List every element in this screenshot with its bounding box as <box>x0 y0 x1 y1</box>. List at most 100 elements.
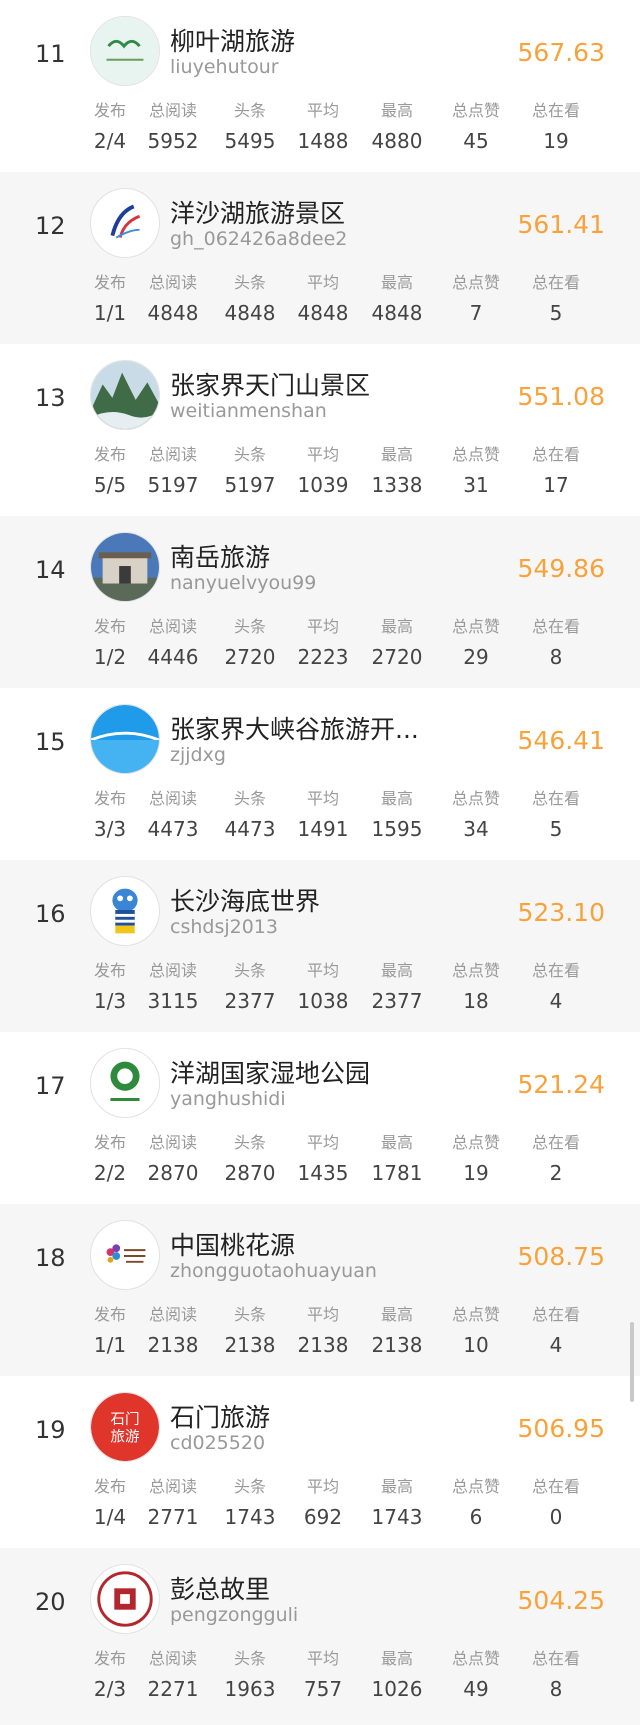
stat-cell: 头条 4473 <box>210 788 290 842</box>
stat-cell: 最高 1026 <box>357 1648 437 1702</box>
stat-label: 总阅读 <box>148 101 197 120</box>
stat-label: 总在看 <box>531 1305 580 1324</box>
scrollbar[interactable] <box>630 1322 634 1402</box>
stat-label: 总在看 <box>531 1649 580 1668</box>
ranking-row[interactable]: 17 洋湖国家湿地公园 yanghushidi 521.24 发布 2/2 总阅读 2870 头… <box>0 1032 640 1204</box>
stat-label: 头条 <box>233 273 266 292</box>
stat-label: 总在看 <box>531 101 580 120</box>
account-name[interactable]: 柳叶湖旅游 <box>170 22 295 58</box>
stat-value: 4446 <box>147 645 199 669</box>
account-name[interactable]: 南岳旅游 <box>170 538 270 574</box>
stat-cell: 总阅读 2271 <box>133 1648 213 1702</box>
stat-cell: 总点赞 6 <box>436 1476 516 1530</box>
stat-value: 2138 <box>297 1333 349 1357</box>
stat-value: 19 <box>463 1161 489 1185</box>
stat-label: 最高 <box>380 445 413 464</box>
stat-cell: 总阅读 4473 <box>133 788 213 842</box>
stat-label: 总点赞 <box>451 961 500 980</box>
yanghu-wetland-logo-icon[interactable] <box>90 1048 160 1118</box>
stat-value: 4848 <box>297 301 349 325</box>
score-value: 506.95 <box>517 1414 605 1443</box>
stat-value: 5 <box>549 301 563 325</box>
stat-cell: 总点赞 7 <box>436 272 516 326</box>
stat-cell: 总阅读 2138 <box>133 1304 213 1358</box>
account-name[interactable]: 张家界大峡谷旅游开... <box>170 710 419 746</box>
archway-photo-icon[interactable] <box>90 532 160 602</box>
stat-label: 最高 <box>380 1649 413 1668</box>
stat-value: 4473 <box>224 817 276 841</box>
score-value: 551.08 <box>517 382 605 411</box>
ranking-row[interactable]: 11 柳叶湖旅游 liuyehutour 567.63 发布 2/4 总阅读 5952 头条 54… <box>0 0 640 172</box>
stat-label: 总点赞 <box>451 1649 500 1668</box>
stat-value: 1435 <box>297 1161 349 1185</box>
stat-value: 4 <box>549 1333 563 1357</box>
account-name[interactable]: 张家界天门山景区 <box>170 366 370 402</box>
stat-value: 4848 <box>224 301 276 325</box>
stat-label: 最高 <box>380 1477 413 1496</box>
stat-label: 头条 <box>233 961 266 980</box>
stat-cell: 总在看 0 <box>516 1476 596 1530</box>
stat-cell: 总点赞 45 <box>436 100 516 154</box>
stat-label: 最高 <box>380 789 413 808</box>
stat-value: 1338 <box>371 473 423 497</box>
account-name[interactable]: 彭总故里 <box>170 1570 270 1606</box>
stat-label: 最高 <box>380 617 413 636</box>
stat-label: 总在看 <box>531 961 580 980</box>
stat-cell: 头条 1963 <box>210 1648 290 1702</box>
taohuayuan-logo-icon[interactable] <box>90 1220 160 1290</box>
stat-cell: 头条 4848 <box>210 272 290 326</box>
ranking-row[interactable]: 12 洋沙湖旅游景区 gh_062426a8dee2 561.41 发布 1/1 总阅读 48… <box>0 172 640 344</box>
yangshahu-logo-icon[interactable] <box>90 188 160 258</box>
blue-globe-logo-icon[interactable] <box>90 704 160 774</box>
ranking-row[interactable]: 19 石门 旅游 石门旅游 cd025520 506.95 发布 1/4 总阅读 2771 头条 17… <box>0 1376 640 1548</box>
stat-label: 最高 <box>380 273 413 292</box>
stat-value: 2870 <box>224 1161 276 1185</box>
stat-cell: 总阅读 2870 <box>133 1132 213 1186</box>
stat-label: 平均 <box>306 617 339 636</box>
stat-cell: 总阅读 5197 <box>133 444 213 498</box>
liuyehu-logo-icon[interactable] <box>90 16 160 86</box>
account-name[interactable]: 洋沙湖旅游景区 <box>170 194 345 230</box>
account-id: cshdsj2013 <box>170 916 278 938</box>
score-value: 521.24 <box>517 1070 605 1099</box>
stat-value: 2138 <box>147 1333 199 1357</box>
score-value: 508.75 <box>517 1242 605 1271</box>
stat-value: 49 <box>463 1677 489 1701</box>
stat-label: 总在看 <box>531 445 580 464</box>
stat-label: 总阅读 <box>148 273 197 292</box>
account-name[interactable]: 石门旅游 <box>170 1398 270 1434</box>
stat-value: 5 <box>549 817 563 841</box>
account-name[interactable]: 洋湖国家湿地公园 <box>170 1054 370 1090</box>
stat-label: 头条 <box>233 1649 266 1668</box>
stat-cell: 总点赞 19 <box>436 1132 516 1186</box>
account-id: zjjdxg <box>170 744 226 766</box>
account-name[interactable]: 中国桃花源 <box>170 1226 295 1262</box>
shimen-logo-icon[interactable]: 石门 旅游 <box>90 1392 160 1462</box>
stat-label: 总阅读 <box>148 1133 197 1152</box>
score-value: 504.25 <box>517 1586 605 1615</box>
stat-cell: 最高 4848 <box>357 272 437 326</box>
ranking-row[interactable]: 14 南岳旅游 nanyuelvyou99 549.86 发布 1/2 总阅读 4446 头条 2… <box>0 516 640 688</box>
ranking-row[interactable]: 15 张家界大峡谷旅游开... zjjdxg 546.41 发布 3/3 总阅读 4473 头条… <box>0 688 640 860</box>
stat-cell: 总在看 8 <box>516 1648 596 1702</box>
stat-label: 头条 <box>233 1133 266 1152</box>
stat-cell: 平均 1039 <box>283 444 363 498</box>
stat-cell: 总阅读 3115 <box>133 960 213 1014</box>
seal-mascot-icon[interactable] <box>90 876 160 946</box>
account-name[interactable]: 长沙海底世界 <box>170 882 320 918</box>
ranking-row[interactable]: 20 彭总故里 pengzongguli 504.25 发布 2/3 总阅读 2271 头条 19… <box>0 1548 640 1720</box>
ranking-row[interactable]: 13 张家界天门山景区 weitianmenshan 551.08 发布 5/5 总阅读 51… <box>0 344 640 516</box>
stat-cell: 平均 1435 <box>283 1132 363 1186</box>
stat-label: 平均 <box>306 789 339 808</box>
stat-label: 总阅读 <box>148 961 197 980</box>
score-value: 523.10 <box>517 898 605 927</box>
mountain-photo-icon[interactable] <box>90 360 160 430</box>
stat-value: 2 <box>549 1161 563 1185</box>
ranking-row[interactable]: 16 长沙海底世界 cshdsj2013 523.10 发布 1/3 总阅读 3115 头条 23… <box>0 860 640 1032</box>
stat-label: 总点赞 <box>451 445 500 464</box>
stat-cell: 头条 2870 <box>210 1132 290 1186</box>
stat-value: 4 <box>549 989 563 1013</box>
ranking-row[interactable]: 18 中国桃花源 zhongguotaohuayuan 508.75 发布 1/1 总阅读 2… <box>0 1204 640 1376</box>
pengzong-seal-logo-icon[interactable] <box>90 1564 160 1634</box>
stat-value: 5952 <box>147 129 199 153</box>
